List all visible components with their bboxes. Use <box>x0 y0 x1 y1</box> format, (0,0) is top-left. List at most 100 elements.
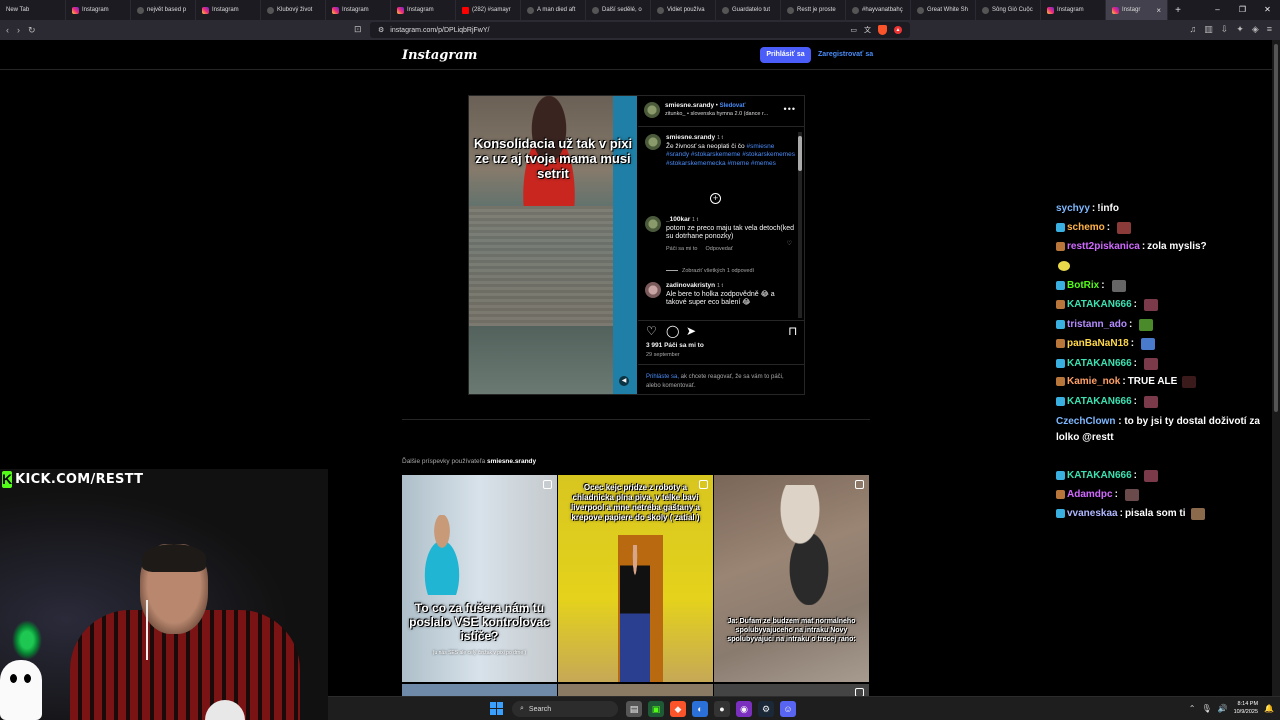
like-heart-icon[interactable]: ♡ <box>646 325 657 337</box>
browser-tab[interactable]: Guardatelo tut <box>716 0 781 20</box>
browser-tab[interactable]: Instagram <box>196 0 261 20</box>
rewards-icon[interactable]: ▲ <box>894 26 902 34</box>
avatar[interactable] <box>645 134 661 150</box>
obs-icon[interactable]: ◉ <box>736 701 752 717</box>
share-icon[interactable]: ➤ <box>686 325 696 337</box>
brave-shield-icon[interactable] <box>878 25 887 35</box>
browser-tab[interactable]: Instagram <box>1041 0 1106 20</box>
avatar[interactable] <box>644 102 660 118</box>
save-bookmark-icon[interactable]: ⊓ <box>788 325 797 337</box>
menu-icon[interactable]: ≡ <box>1267 24 1272 35</box>
url-text[interactable]: instagram.com/p/DPLiqbRjFwY/ <box>390 27 489 34</box>
comment-likes[interactable]: Páči sa mi to <box>666 246 697 252</box>
maximize-button[interactable]: ❐ <box>1230 0 1255 20</box>
chat-username[interactable]: KATAKAN666 <box>1067 469 1132 482</box>
mute-icon[interactable]: ◀ <box>619 376 629 386</box>
speaker-icon[interactable]: 🔊 <box>1218 704 1228 713</box>
chevron-up-icon[interactable]: ⌃ <box>1189 704 1196 713</box>
browser-tab[interactable]: Klubový život <box>261 0 326 20</box>
browser-tab[interactable]: Sông Gió Cuộc <box>976 0 1041 20</box>
bookmark-icon[interactable]: ⊡ <box>354 24 362 35</box>
screen-icon[interactable]: ▭ <box>850 26 857 34</box>
scrollbar-thumb[interactable] <box>1274 44 1278 412</box>
chat-username[interactable]: CzechClown <box>1056 416 1115 427</box>
reply-button[interactable]: Odpovedať <box>705 246 732 252</box>
post-video[interactable]: Konsolidacia už tak v pixi ze uz aj tvoj… <box>469 96 637 394</box>
taskbar-search[interactable]: ⌕ Search <box>512 701 618 717</box>
browser-tab[interactable]: Great White Sh <box>911 0 976 20</box>
reload-icon[interactable]: ↻ <box>28 25 36 36</box>
chat-username[interactable]: restt2piskanica <box>1067 240 1140 253</box>
load-more-icon[interactable]: + <box>710 193 721 204</box>
avatar[interactable] <box>645 216 661 232</box>
terminal-icon[interactable]: ▣ <box>648 701 664 717</box>
browser-tab[interactable]: Instagram <box>326 0 391 20</box>
windows-start-icon[interactable] <box>490 702 503 715</box>
chat-username[interactable]: Kamie_nok <box>1067 375 1120 388</box>
browser-tab[interactable]: Vidiet používa <box>651 0 716 20</box>
new-tab-button[interactable]: + <box>1168 5 1188 16</box>
chat-username[interactable]: KATAKAN666 <box>1067 298 1132 311</box>
forward-icon[interactable]: › <box>17 25 20 35</box>
browser-tab[interactable]: Instagram <box>391 0 456 20</box>
translate-icon[interactable]: 文 <box>864 25 871 35</box>
grid-post[interactable]: Ocec kejc pridze z roboty a chladnicka p… <box>558 475 713 682</box>
site-info-icon[interactable]: ⚙ <box>378 26 384 34</box>
sidebar-icon[interactable]: ▥ <box>1204 24 1213 35</box>
grid-post[interactable]: Ja: Dufam ze budzem mat normalneho spolu… <box>714 475 869 682</box>
comments-scrollbar[interactable] <box>798 132 802 318</box>
comment-user[interactable]: smiesne.srandy <box>666 134 715 141</box>
view-replies[interactable]: Zobraziť všetkých 1 odpovedí <box>666 268 754 274</box>
register-link[interactable]: Zaregistrovať sa <box>818 47 873 63</box>
file-explorer-icon[interactable]: ▤ <box>626 701 642 717</box>
minimize-button[interactable]: – <box>1205 0 1230 20</box>
browser-tab[interactable]: (282) #samayr <box>456 0 521 20</box>
browser-tab[interactable]: Další sedělé, o <box>586 0 651 20</box>
browser-tab[interactable]: Restt je proste <box>781 0 846 20</box>
browser-tab[interactable]: Instagram <box>66 0 131 20</box>
comment-user[interactable]: _100kar <box>666 216 690 223</box>
instagram-logo[interactable]: Instagram <box>402 48 477 63</box>
back-icon[interactable]: ‹ <box>6 25 9 35</box>
steam-icon[interactable]: ⚙ <box>758 701 774 717</box>
vpn-icon[interactable]: ◈ <box>1252 24 1259 35</box>
post-song[interactable]: zitunko_ • slovenska hymna 2.0 (dance r.… <box>665 110 775 118</box>
close-tab-icon[interactable]: × <box>1156 6 1161 15</box>
brave-icon[interactable]: ◆ <box>670 701 686 717</box>
browser-tab[interactable]: A man died aft <box>521 0 586 20</box>
chat-username[interactable]: schemo <box>1067 221 1105 234</box>
follow-button[interactable]: Sledovať <box>720 103 746 109</box>
music-icon[interactable]: ♫ <box>1189 24 1196 35</box>
address-bar[interactable]: ⚙ instagram.com/p/DPLiqbRjFwY/ ▭ 文 ▲ <box>370 22 910 38</box>
browser-tab[interactable]: Instagr × <box>1106 0 1168 20</box>
notification-bell-icon[interactable]: 🔔 <box>1264 704 1274 713</box>
chat-username[interactable]: panBaNaN18 <box>1067 337 1129 350</box>
chat-username[interactable]: Adamdpc <box>1067 488 1113 501</box>
chat-username[interactable]: vvaneskaa <box>1067 507 1118 520</box>
download-icon[interactable]: ⇩ <box>1221 24 1229 35</box>
chat-username[interactable]: sychyy <box>1056 202 1090 215</box>
browser-tab[interactable]: New Tab <box>0 0 66 20</box>
login-button[interactable]: Prihlásiť sa <box>760 47 811 63</box>
close-window-button[interactable]: ✕ <box>1255 0 1280 20</box>
page-scrollbar[interactable] <box>1272 40 1280 700</box>
chat-username[interactable]: tristann_ado <box>1067 318 1127 331</box>
comment-icon[interactable]: ◯ <box>666 325 679 337</box>
browser-tab[interactable]: #hayvanatbahç <box>846 0 911 20</box>
clock[interactable]: 8:14 PM 10/9/2025 <box>1234 700 1258 716</box>
chat-username[interactable]: KATAKAN666 <box>1067 395 1132 408</box>
post-username[interactable]: smiesne.srandy <box>665 102 714 109</box>
more-posts-user[interactable]: smiesne.srandy <box>487 458 536 465</box>
more-options-icon[interactable]: ••• <box>784 104 796 114</box>
login-link[interactable]: Prihláste sa, <box>646 374 679 380</box>
avatar[interactable] <box>645 282 661 298</box>
edge-icon[interactable]: ◐ <box>692 701 708 717</box>
discord-icon[interactable]: ☺ <box>780 701 796 717</box>
chat-username[interactable]: BotRix <box>1067 279 1099 292</box>
github-icon[interactable]: ● <box>714 701 730 717</box>
comment-user[interactable]: zadinovakristyn <box>666 282 715 289</box>
chat-username[interactable]: KATAKAN666 <box>1067 357 1132 370</box>
grid-post[interactable]: To co za fušera nám tu poslalo VSE kontr… <box>402 475 557 682</box>
likes-count[interactable]: 3 991 Páči sa mi to <box>646 342 704 349</box>
browser-tab[interactable]: největ based p <box>131 0 196 20</box>
